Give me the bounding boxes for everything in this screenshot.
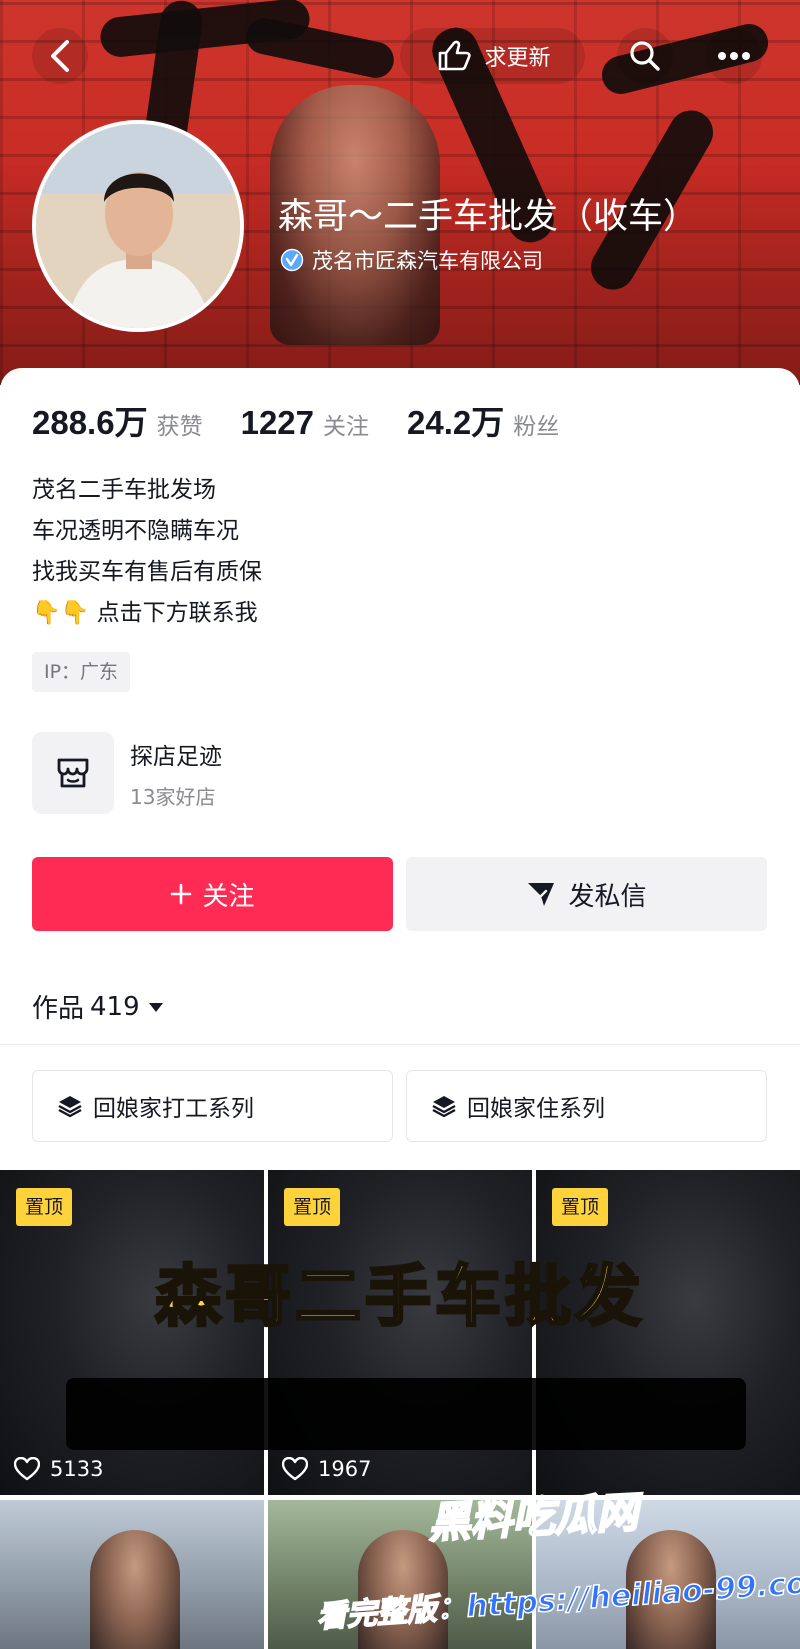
plus-icon: [171, 883, 192, 905]
verified-company-row[interactable]: 茂名市匠森汽车有限公司: [280, 245, 543, 275]
search-button[interactable]: [617, 28, 673, 84]
watermark-site-name: 黑料吃瓜网: [426, 1487, 640, 1549]
request-update-button[interactable]: 求更新: [400, 28, 585, 84]
divider: [0, 1044, 800, 1045]
bio-line: 点击下方联系我: [96, 600, 258, 626]
heart-icon: [282, 1457, 308, 1481]
follow-button-label: 关注: [202, 881, 255, 912]
back-arrow-icon: [51, 40, 69, 72]
followers-label: 粉丝: [513, 414, 560, 440]
layers-icon: [432, 1096, 456, 1118]
more-button[interactable]: [706, 28, 762, 84]
more-icon: [718, 52, 750, 60]
works-tab-label: 作品: [32, 994, 85, 1024]
series-card[interactable]: 回娘家打工系列: [32, 1070, 393, 1142]
likes-count[interactable]: 288.6万: [32, 396, 148, 444]
avatar-photo: [36, 124, 240, 328]
profile-header: 求更新 森哥～二手车批发（收车） 茂名市匠森汽车有限公司: [0, 0, 800, 385]
video-likes: 1967: [282, 1457, 371, 1481]
shop-visits-title: 探店足迹: [130, 743, 222, 770]
layers-icon: [58, 1096, 82, 1118]
works-tab[interactable]: 作品 419: [32, 988, 166, 1025]
heart-icon: [14, 1457, 40, 1481]
stats-row: 288.6万 获赞 1227 关注 24.2万 粉丝: [32, 396, 597, 444]
verified-company-name: 茂名市匠森汽车有限公司: [312, 249, 543, 273]
verified-badge-icon: [280, 248, 304, 272]
bio-line-contact: 👇👇 点击下方联系我: [32, 593, 262, 634]
store-icon: [57, 758, 89, 788]
series-card[interactable]: 回娘家住系列: [406, 1070, 767, 1142]
follow-button[interactable]: 关注: [32, 857, 393, 931]
search-icon: [630, 41, 660, 71]
pinned-tag: 置顶: [284, 1188, 341, 1226]
video-like-count: 1967: [318, 1457, 372, 1481]
following-count[interactable]: 1227: [241, 404, 314, 442]
bio-line: 茂名二手车批发场: [32, 477, 216, 503]
followers-count[interactable]: 24.2万: [407, 396, 504, 444]
series-label: 回娘家住系列: [467, 1096, 605, 1122]
video-like-count: 5133: [50, 1457, 104, 1481]
bio-line: 车况透明不隐瞒车况: [32, 518, 239, 544]
video-cover: [90, 1530, 180, 1649]
message-button-label: 发私信: [568, 881, 647, 912]
bio-line: 找我买车有售后有质保: [32, 559, 262, 585]
series-label: 回娘家打工系列: [93, 1096, 254, 1122]
pointing-down-emoji: 👇👇: [32, 600, 90, 626]
shop-box: [32, 732, 114, 814]
bio: 茂名二手车批发场 车况透明不隐瞒车况 找我买车有售后有质保 👇👇 点击下方联系我: [32, 470, 262, 634]
ip-location-tag: IP：广东: [32, 652, 131, 692]
profile-name: 森哥～二手车批发（收车）: [278, 197, 699, 237]
message-button[interactable]: 发私信: [406, 857, 767, 931]
update-request-icon: [439, 40, 472, 71]
shop-visits-entry[interactable]: 探店足迹 13家好店: [32, 732, 222, 814]
following-label: 关注: [323, 414, 370, 440]
send-icon: [528, 883, 555, 906]
redaction-bar: [66, 1378, 746, 1450]
video-cover-banner-text: 森哥二手车批发: [154, 1257, 645, 1337]
video-likes: 5133: [14, 1457, 103, 1481]
pinned-tag: 置顶: [552, 1188, 609, 1226]
back-button[interactable]: [32, 28, 88, 84]
likes-label: 获赞: [156, 414, 203, 440]
video-thumbnail[interactable]: [0, 1500, 264, 1649]
works-count: 419: [90, 991, 140, 1022]
avatar[interactable]: [32, 120, 244, 332]
pinned-tag: 置顶: [16, 1188, 73, 1226]
caret-down-icon: [148, 1002, 163, 1012]
request-update-label: 求更新: [484, 46, 551, 71]
shop-visits-subtitle: 13家好店: [130, 784, 216, 809]
